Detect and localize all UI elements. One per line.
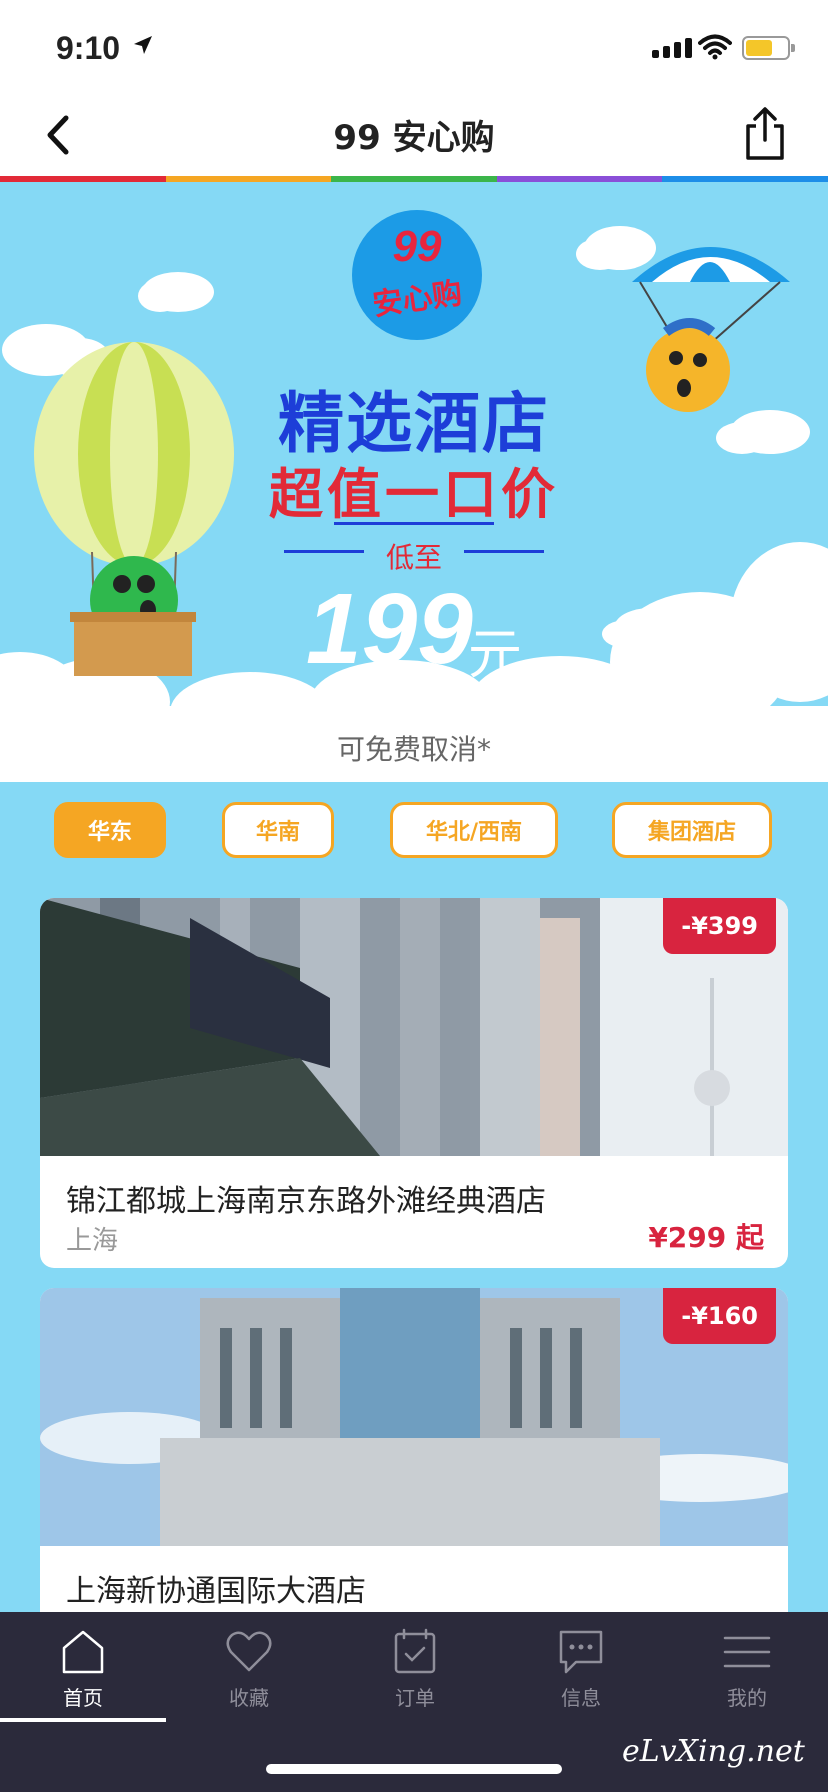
tab-label: 首页 <box>63 1686 103 1710</box>
logo-number: 99 <box>392 222 442 271</box>
heart-icon <box>226 1631 272 1672</box>
tab-label: 信息 <box>561 1686 601 1710</box>
tab-favorites[interactable]: 收藏 <box>166 1626 332 1736</box>
banner-divider <box>334 522 494 525</box>
free-cancellation-note: 可免费取消* <box>336 733 491 766</box>
hotel-city: 上海 <box>66 1226 119 1256</box>
watermark: eLvXing.net <box>622 1734 805 1769</box>
tab-label: 收藏 <box>229 1686 269 1710</box>
tab-label: 订单 <box>395 1686 435 1710</box>
hotel-card[interactable]: -¥399 锦江都城上海南京东路外滩经典酒店 上海 ¥299 起 <box>40 898 788 1268</box>
hotel-name: 上海新协通国际大酒店 <box>66 1574 366 1609</box>
home-icon <box>62 1630 104 1674</box>
tab-orders[interactable]: 订单 <box>332 1626 498 1736</box>
share-icon[interactable] <box>740 106 790 162</box>
calendar-icon <box>394 1628 436 1674</box>
hotel-card[interactable]: -¥160 上海新协通国际大酒店 <box>40 1288 788 1658</box>
status-time: 9:10 <box>56 30 121 66</box>
filter-chip-south-china[interactable]: 华南 <box>222 802 334 858</box>
tab-label: 我的 <box>727 1686 767 1710</box>
tab-profile[interactable]: 我的 <box>664 1626 828 1736</box>
navigation-bar: 99 安心购 <box>0 96 828 176</box>
filter-chip-north-southwest[interactable]: 华北/西南 <box>390 802 558 858</box>
page-title: 99 安心购 <box>333 118 495 158</box>
filter-chip-east-china[interactable]: 华东 <box>54 802 166 858</box>
hotel-name: 锦江都城上海南京东路外滩经典酒店 <box>66 1184 546 1219</box>
home-indicator[interactable] <box>266 1764 562 1774</box>
discount-badge: -¥160 <box>663 1288 776 1344</box>
status-bar: 9:10 <box>0 0 828 96</box>
location-arrow-icon <box>134 36 152 54</box>
region-filter-bar: 华东 华南 华北/西南 集团酒店 <box>0 782 828 882</box>
wifi-icon <box>698 34 732 60</box>
banner-price: 199 <box>306 573 473 685</box>
filter-chip-group-hotels[interactable]: 集团酒店 <box>612 802 772 858</box>
battery-icon <box>742 36 795 60</box>
active-tab-indicator <box>0 1718 166 1722</box>
hotel-price: ¥299 起 <box>648 1221 764 1254</box>
bottom-tab-bar: 首页 收藏 订单 信息 我的 eLvXing.net <box>0 1612 828 1792</box>
banner-price-unit: 元 <box>468 623 522 686</box>
as-low-as-label: 低至 <box>385 541 442 574</box>
tab-messages[interactable]: 信息 <box>498 1626 664 1736</box>
banner-subheadline: 超值一口价 <box>269 463 559 526</box>
cellular-signal-icon <box>652 38 692 58</box>
menu-icon <box>723 1636 771 1668</box>
message-icon <box>559 1630 603 1674</box>
discount-badge: -¥399 <box>663 898 776 954</box>
promo-banner[interactable]: 99 安心购 精选酒店 超值一口价 低至 199 元 可免费取消* <box>0 182 828 782</box>
